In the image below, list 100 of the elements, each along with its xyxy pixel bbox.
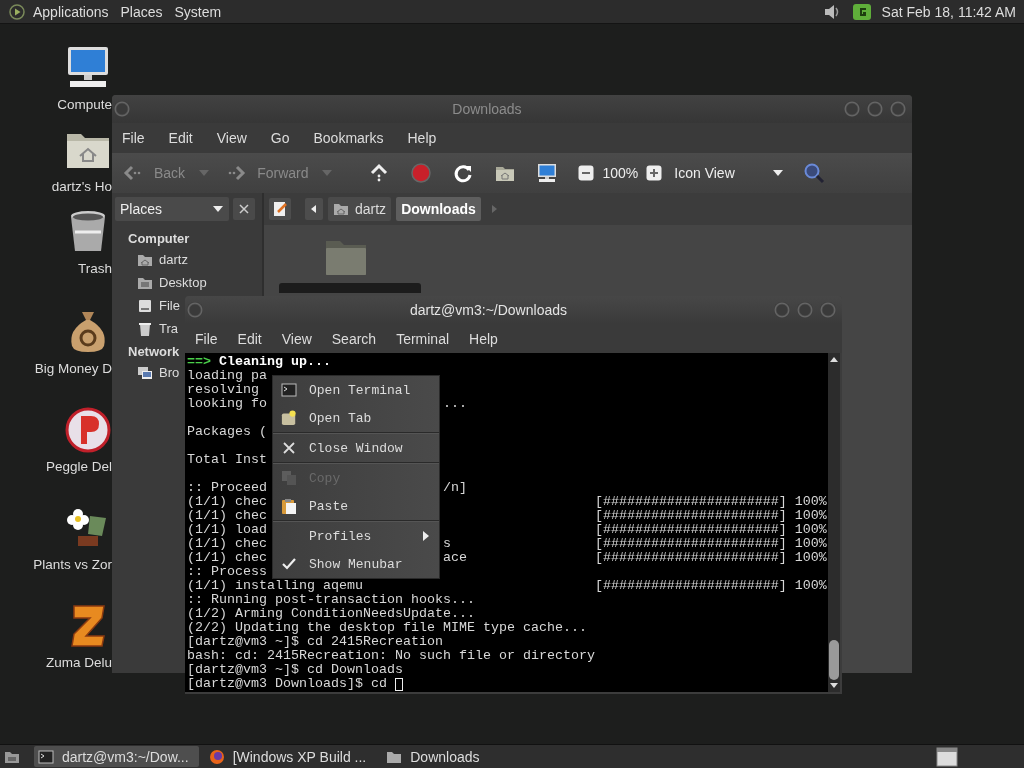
clipboard-icon [281,498,297,514]
terminal-line: s [442,537,452,551]
progress-text: [######################] 100% [594,551,828,565]
trash-icon [137,320,153,337]
menu-item[interactable]: File [195,330,218,347]
workspace-switcher-icon[interactable] [936,746,958,767]
progress-text: [######################] 100% [594,579,828,593]
scrollbar[interactable] [828,353,840,692]
menu-item[interactable]: Terminal [396,330,450,347]
taskbar-button[interactable]: dartz@vm3:~/Dow... [34,746,199,767]
menu-item[interactable]: View [281,330,312,347]
caret-icon [772,170,783,176]
progress-text: [######################] 100% [594,495,828,509]
path-left-button[interactable] [305,198,323,220]
view-dropdown[interactable]: Icon View [674,165,783,181]
scroll-down-icon[interactable] [829,682,839,690]
sidebar-item[interactable]: Desktop [137,271,207,294]
taskbar-button[interactable]: Downloads [382,746,490,767]
terminal-icon [38,748,54,765]
edit-location-button[interactable] [269,198,291,220]
terminal-line: (1/1) chec [187,509,267,523]
computer-icon[interactable] [536,162,559,184]
terminal-line: (1/1) installing aqemu [187,579,363,593]
terminal-line: :: Running post-transaction hooks... [187,593,475,607]
desktop-icon-label[interactable]: Trash [78,261,112,276]
sidebar-item[interactable]: dartz [137,248,188,271]
menu-item[interactable]: View [216,130,247,146]
progress-text: [######################] 100% [594,537,828,551]
zoom-in-button[interactable] [646,165,663,181]
menu-item[interactable]: Close Window [273,434,439,462]
terminal-line: (1/2) Arming ConditionNeedsUpdate... [187,607,475,621]
terminal-line: :: Process [187,565,267,579]
progress-text: [######################] 100% [594,523,828,537]
terminal-line: /n] [442,481,468,495]
menu-item[interactable]: Search [331,330,377,347]
window-title: dartz@vm3:~/Downloads [410,302,567,318]
progress-text: [######################] 100% [594,509,828,523]
path-button[interactable]: dartz [328,197,392,221]
round-game-icon[interactable] [64,406,112,454]
path-button[interactable]: Downloads [396,197,481,221]
terminal-line: :: Proceed [187,481,267,495]
zoom-level: 100% [602,165,639,181]
panel-menu[interactable]: Applications [33,3,109,20]
desktop-icon-label[interactable]: Plants vs Zor [33,557,112,572]
desktop-icon-label[interactable]: dartz's Ho [51,179,112,194]
menu-item[interactable]: File [122,130,145,146]
g-logo-icon[interactable] [851,1,872,22]
taskbar-button[interactable]: [Windows XP Build ... [204,746,377,767]
search-icon[interactable] [802,162,825,184]
clock[interactable]: Sat Feb 18, 11:42 AM [881,3,1016,20]
desktop-icon-label[interactable]: Compute [57,97,112,112]
terminal-line: resolving [187,383,259,397]
terminal-line: (1/1) chec [187,551,267,565]
terminal-line: (1/1) chec [187,537,267,551]
panel-menu[interactable]: System [174,3,222,20]
menu-item[interactable]: Bookmarks [313,130,384,146]
sidebar-heading: Computer [128,231,190,246]
terminal-line: looking fo [187,397,267,411]
desktop-icon-label[interactable]: Zuma Delu [45,655,112,670]
close-icon [281,440,297,456]
browser-icon [208,748,225,765]
logo-icon[interactable] [9,3,25,20]
menu-item[interactable]: Help [407,130,437,146]
tab-icon [281,410,297,426]
menu-item[interactable]: Open Tab [273,404,439,432]
terminal-line: loading pa [187,369,267,383]
terminal-line: (2/2) Updating the desktop file MIME type cache... [187,621,587,635]
sidebar-heading: Network [128,344,180,359]
terminal-line: ace [442,551,468,565]
desktop-icon-label[interactable]: Peggle Del [45,459,112,474]
desktop-icon-label[interactable]: Big Money D [34,361,112,376]
places-dropdown[interactable]: Places [115,197,229,221]
sidebar-item[interactable]: Tra [137,317,179,340]
terminal-line: Packages ( [187,425,267,439]
terminal-line: (1/1) chec [187,495,267,509]
terminal-line: ==> Cleaning up... [187,355,331,369]
terminal-line: [dartz@vm3 ~]$ cd Downloads [187,663,403,677]
sidebar-item[interactable]: Bro [137,361,180,384]
caret-icon [213,206,223,212]
menu-item[interactable]: Edit [237,330,262,347]
menu-item[interactable]: Profiles [273,522,439,550]
terminal-line: bash: cd: 2415Recreation: No such file or directory [187,649,595,663]
network-icon [137,364,153,381]
menu-item[interactable]: Paste [273,492,439,520]
menu-item[interactable]: Help [469,330,498,347]
terminal-line: (1/1) load [187,523,267,537]
panel-menu[interactable]: Places [120,3,163,20]
menu-item[interactable]: Go [270,130,290,146]
drive-icon [137,297,153,314]
sidebar-item[interactable]: File [137,294,180,317]
close-sidebar-button[interactable] [233,198,255,220]
menu-item[interactable]: Edit [168,130,193,146]
terminal-line: Total Inst [187,453,267,467]
terminal-line: [dartz@vm3 Downloads]$ cd [187,677,387,691]
terminal-icon [281,382,297,398]
menu-item[interactable]: Open Terminal [273,376,439,404]
menu-item[interactable]: Show Menubar [273,550,439,578]
zoom-out-button[interactable] [578,165,595,181]
scroll-up-icon[interactable] [829,355,839,363]
scrollbar-thumb[interactable] [829,640,839,680]
